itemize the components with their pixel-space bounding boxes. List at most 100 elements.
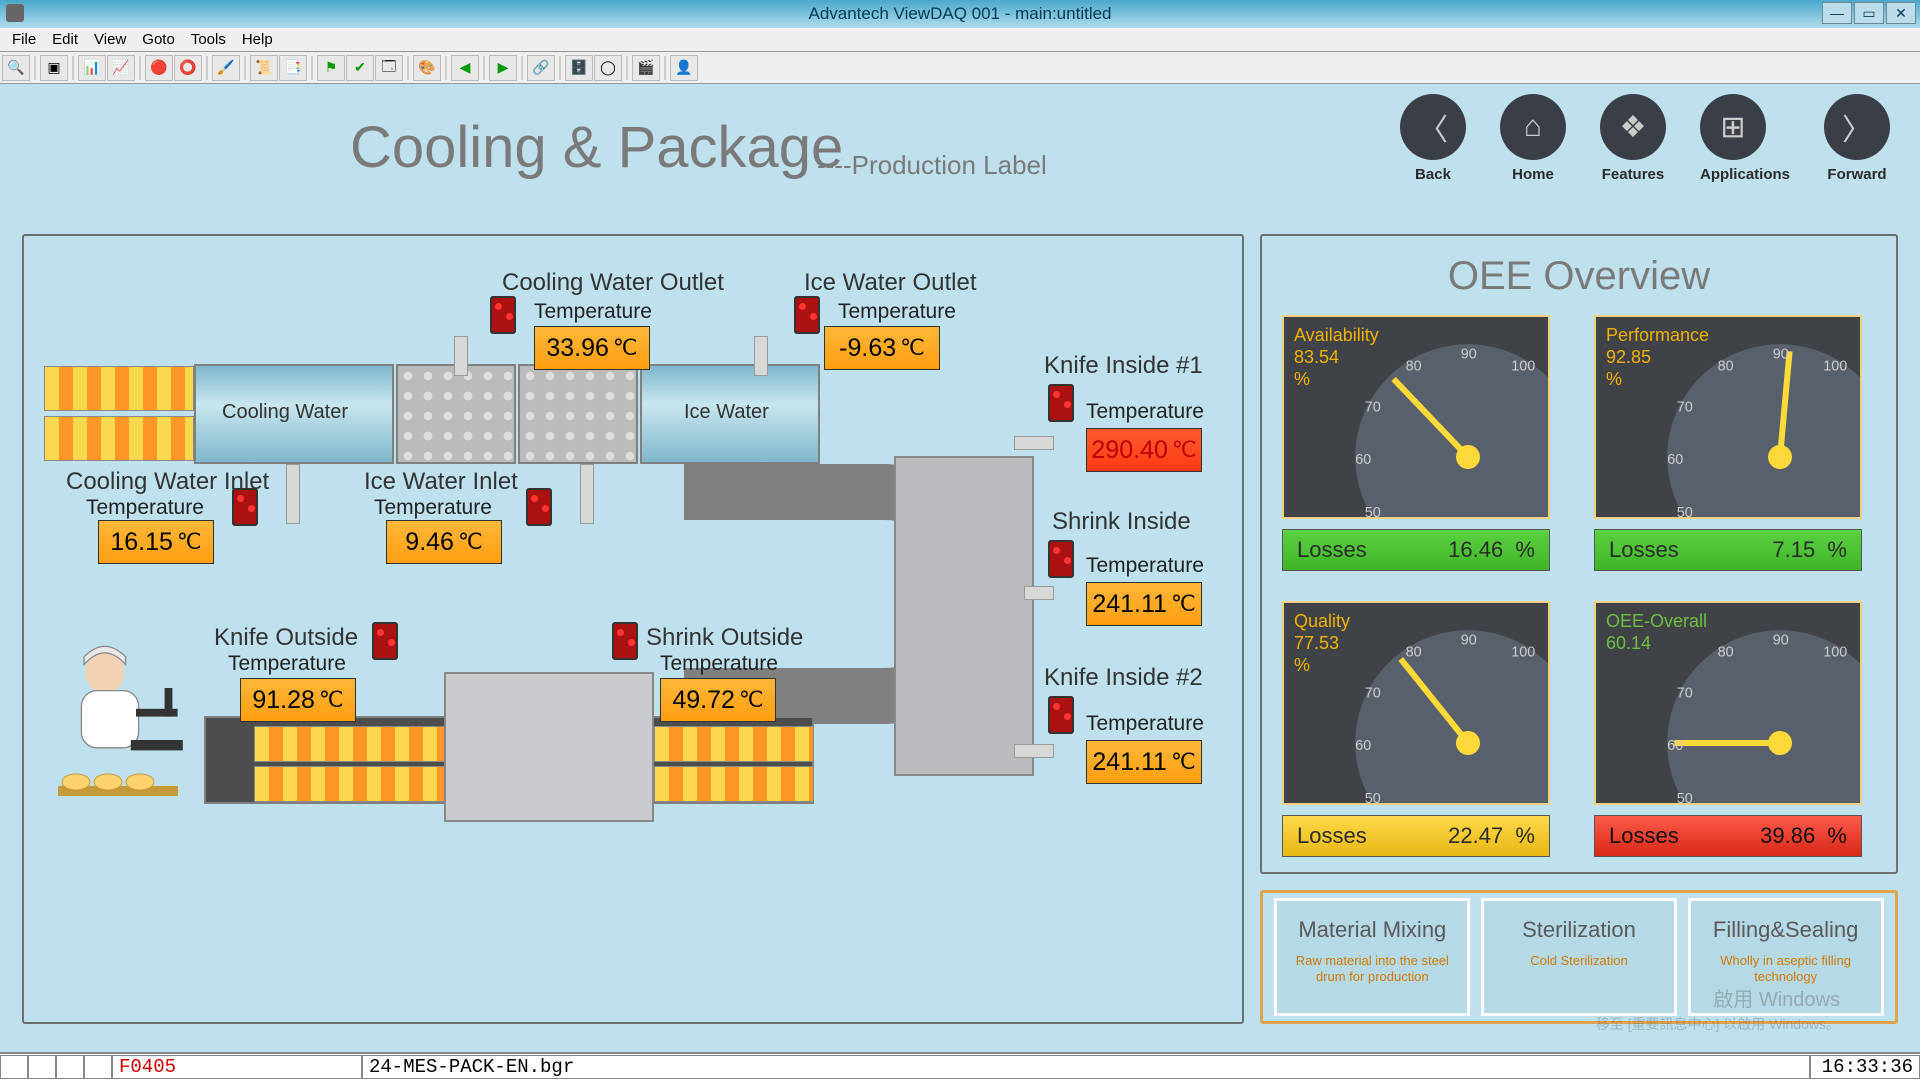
card-sterilization[interactable]: Sterilization Cold Sterilization [1481, 898, 1677, 1016]
svg-text:90: 90 [1773, 347, 1789, 363]
sensor-ice-inlet [526, 488, 552, 526]
tool-palette-icon[interactable]: 🎨 [413, 55, 441, 81]
sensor-knife-outside [372, 622, 398, 660]
tool-clapper-icon[interactable]: 🎬 [632, 55, 660, 81]
minimize-button[interactable]: — [1822, 2, 1852, 24]
svg-text:60: 60 [1667, 738, 1683, 754]
tool-flag-green-icon[interactable]: ⚑ [317, 55, 345, 81]
gauge-dial-icon: 5060708090100 [1348, 337, 1550, 519]
menu-edit[interactable]: Edit [44, 29, 86, 50]
svg-text:50: 50 [1365, 791, 1381, 805]
menu-view[interactable]: View [86, 29, 134, 50]
nav-features[interactable]: ❖Features [1600, 94, 1666, 183]
machine-block [444, 672, 654, 822]
label-ice-outlet: Ice Water Outlet [804, 269, 977, 297]
svg-text:100: 100 [1823, 359, 1847, 375]
tlabel-cooling-inlet: Temperature [86, 496, 204, 520]
label-shrink-inside: Shrink Inside [1052, 508, 1191, 536]
status-file: 24-MES-PACK-EN.bgr [362, 1055, 1810, 1079]
product-strip-top-a [44, 366, 194, 411]
tool-panel-icon[interactable]: 🗔 [375, 55, 403, 81]
pipe-ki1 [1014, 436, 1054, 450]
svg-text:80: 80 [1406, 359, 1422, 375]
temp-knife-outside: 91.28℃ [240, 678, 356, 722]
sensor-shrink-inside [1048, 540, 1074, 578]
menu-tools[interactable]: Tools [183, 29, 234, 50]
tool-search-icon[interactable]: 🔍 [2, 55, 30, 81]
oee-title: OEE Overview [1276, 254, 1882, 299]
window-title: Advantech ViewDAQ 001 - main:untitled [808, 4, 1111, 24]
svg-text:80: 80 [1718, 645, 1734, 661]
tlabel-shrink-inside: Temperature [1086, 554, 1204, 578]
sensor-knife-inside2 [1048, 696, 1074, 734]
svg-text:100: 100 [1511, 645, 1535, 661]
tool-fwd-arrow-icon[interactable]: ▶ [489, 55, 517, 81]
process-panel: Cooling Water Ice Water Cooling Water Ou… [22, 234, 1244, 1024]
temp-ice-inlet: 9.46℃ [386, 520, 502, 564]
loss-quality: Losses22.47 % [1282, 815, 1550, 857]
tool-scripts-icon[interactable]: 📑 [279, 55, 307, 81]
cooling-water-label: Cooling Water [222, 401, 348, 424]
tool-back-arrow-icon[interactable]: ◀ [451, 55, 479, 81]
card-material-mixing[interactable]: Material Mixing Raw material into the st… [1274, 898, 1470, 1016]
app-icon [6, 4, 24, 22]
ice-water-label: Ice Water [684, 401, 769, 424]
tool-erase-icon[interactable]: ◯ [594, 55, 622, 81]
status-cell-2 [28, 1055, 56, 1079]
tool-record2-icon[interactable]: ⭕ [174, 55, 202, 81]
sensor-ice-outlet [794, 296, 820, 334]
temp-shrink-outside: 49.72℃ [660, 678, 776, 722]
nav-back[interactable]: 〈Back [1400, 94, 1466, 183]
nav-buttons: 〈Back ⌂Home ❖Features ⊞Applications 〉For… [1400, 94, 1890, 183]
gauge-availability: Availability 83.54 % 5060708090100 Losse… [1282, 315, 1564, 571]
svg-text:100: 100 [1823, 645, 1847, 661]
sensor-shrink-outside [612, 622, 638, 660]
svg-text:70: 70 [1365, 685, 1381, 701]
close-button[interactable]: ✕ [1886, 2, 1916, 24]
tlabel-shrink-outside: Temperature [660, 652, 778, 676]
gauge-quality: Quality 77.53 % 5060708090100 Losses22.4… [1282, 601, 1564, 857]
product-strip-bottom-c [654, 726, 814, 762]
svg-text:70: 70 [1677, 399, 1693, 415]
nav-home[interactable]: ⌂Home [1500, 94, 1566, 183]
tool-chart2-icon[interactable]: 📈 [107, 55, 135, 81]
maximize-button[interactable]: ▭ [1854, 2, 1884, 24]
label-shrink-outside: Shrink Outside [646, 624, 803, 652]
product-strip-bottom-b [254, 766, 454, 802]
tool-script-icon[interactable]: 📜 [250, 55, 278, 81]
tool-db-icon[interactable]: 🗄️ [565, 55, 593, 81]
tool-chart-icon[interactable]: 📊 [78, 55, 106, 81]
status-clock: 16:33:36 [1810, 1055, 1920, 1079]
windows-watermark: 啟用 Windows [1713, 983, 1840, 1012]
svg-text:70: 70 [1677, 685, 1693, 701]
pipe-si [1024, 586, 1054, 600]
svg-text:60: 60 [1355, 452, 1371, 468]
tool-record-red-icon[interactable]: 🔴 [145, 55, 173, 81]
svg-text:50: 50 [1677, 791, 1693, 805]
svg-text:90: 90 [1773, 633, 1789, 649]
menu-help[interactable]: Help [234, 29, 281, 50]
nav-apps[interactable]: ⊞Applications [1700, 94, 1790, 183]
svg-text:90: 90 [1461, 347, 1477, 363]
tlabel-knife-outside: Temperature [228, 652, 346, 676]
gauge-dial-icon: 5060708090100 [1348, 623, 1550, 805]
label-ice-inlet: Ice Water Inlet [364, 468, 518, 496]
main-canvas: Cooling & Package ----Production Label 〈… [0, 84, 1920, 1052]
product-strip-top-b [44, 416, 194, 461]
product-strip-bottom-d [654, 766, 814, 802]
menu-goto[interactable]: Goto [134, 29, 183, 50]
tool-link-icon[interactable]: 🔗 [527, 55, 555, 81]
tool-flag-check-icon[interactable]: ✔ [346, 55, 374, 81]
nav-forward[interactable]: 〉Forward [1824, 94, 1890, 183]
status-cell-1 [0, 1055, 28, 1079]
menu-bar: File Edit View Goto Tools Help [0, 28, 1920, 52]
svg-text:70: 70 [1365, 399, 1381, 415]
menu-file[interactable]: File [4, 29, 44, 50]
tlabel-cooling-outlet: Temperature [534, 300, 652, 324]
tool-window-icon[interactable]: ▣ [40, 55, 68, 81]
sample-cups-icon [58, 768, 178, 798]
chevron-right-icon: 〉 [1824, 94, 1890, 160]
tool-person-icon[interactable]: 👤 [670, 55, 698, 81]
tool-brush-icon[interactable]: 🖌️ [212, 55, 240, 81]
window-titlebar: Advantech ViewDAQ 001 - main:untitled — … [0, 0, 1920, 28]
